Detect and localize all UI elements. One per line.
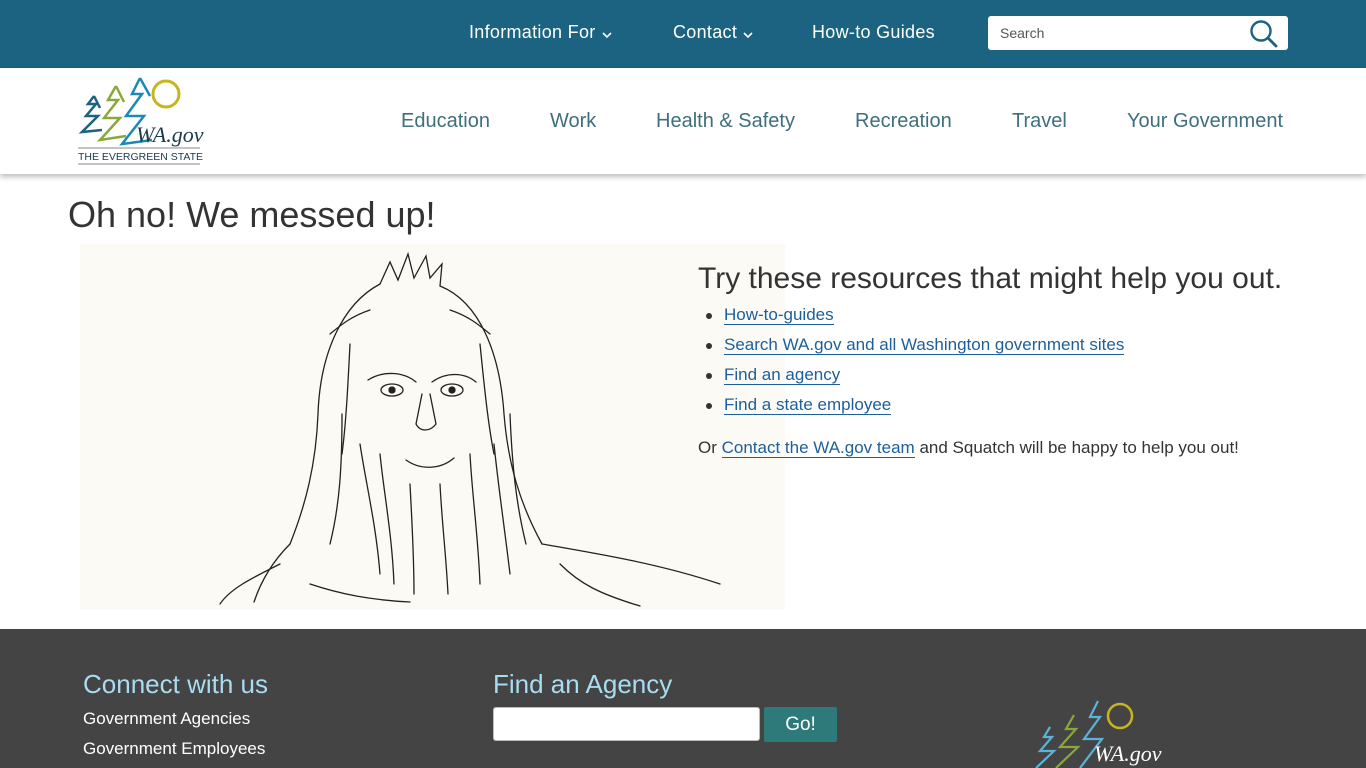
resources-heading: Try these resources that might help you … — [698, 262, 1283, 295]
footer-agency-heading: Find an Agency — [493, 669, 673, 699]
chevron-down-icon — [601, 23, 612, 44]
nav-your-government[interactable]: Your Government — [1127, 110, 1283, 133]
nav-contact-label: Contact — [673, 22, 738, 42]
agency-search-input[interactable] — [493, 707, 760, 741]
link-find-state-employee[interactable]: Find a state employee — [724, 395, 892, 415]
search-input[interactable] — [988, 16, 1238, 50]
help-suffix: and Squatch will be happy to help you ou… — [919, 438, 1239, 457]
nav-education[interactable]: Education — [401, 110, 490, 133]
list-item: Find a state employee — [704, 395, 1124, 425]
nav-information-for[interactable]: Information For — [469, 22, 612, 44]
nav-how-to-guides[interactable]: How-to Guides — [812, 22, 935, 43]
list-item: Find an agency — [704, 365, 1124, 395]
link-search-wa-gov[interactable]: Search WA.gov and all Washington governm… — [724, 335, 1125, 355]
nav-how-to-guides-label: How-to Guides — [812, 22, 935, 42]
footer-logo-wordmark: WA.gov — [1094, 741, 1162, 766]
sasquatch-sketch-icon — [219, 251, 721, 607]
wa-gov-logo[interactable]: WA.gov THE EVERGREEN STATE — [76, 74, 206, 166]
footer: Connect with us Government Agencies Gove… — [0, 629, 1366, 768]
sasquatch-illustration — [80, 244, 785, 610]
list-item: Search WA.gov and all Washington governm… — [704, 335, 1125, 365]
help-prefix: Or — [698, 438, 717, 457]
nav-work[interactable]: Work — [550, 110, 596, 133]
footer-connect-heading: Connect with us — [83, 669, 268, 699]
nav-recreation[interactable]: Recreation — [855, 110, 952, 133]
chevron-down-icon — [743, 23, 753, 44]
search-icon — [1250, 20, 1278, 48]
link-find-agency[interactable]: Find an agency — [724, 365, 841, 385]
search-button[interactable] — [1248, 18, 1280, 48]
evergreen-logo-icon: WA.gov THE EVERGREEN STATE — [78, 77, 204, 165]
list-item: How-to-guides — [704, 305, 1124, 335]
logo-tagline: THE EVERGREEN STATE — [78, 151, 203, 163]
go-button[interactable]: Go! — [764, 707, 837, 742]
link-how-to-guides[interactable]: How-to-guides — [724, 305, 834, 325]
help-text: Or Contact the WA.gov team and Squatch w… — [698, 438, 1239, 458]
link-contact-team[interactable]: Contact the WA.gov team — [721, 438, 915, 458]
top-utility-bar: Information For Contact How-to Guides — [0, 0, 1366, 68]
page-title: Oh no! We messed up! — [68, 194, 436, 235]
main-header: WA.gov THE EVERGREEN STATE Education Wor… — [0, 68, 1366, 174]
nav-health-safety[interactable]: Health & Safety — [656, 110, 795, 133]
nav-information-for-label: Information For — [469, 22, 596, 42]
resources-list: How-to-guides Search WA.gov and all Wash… — [704, 305, 1125, 425]
footer-wa-gov-logo[interactable]: WA.gov — [1030, 697, 1170, 768]
logo-wordmark: WA.gov — [136, 122, 204, 147]
evergreen-logo-icon: WA.gov — [1035, 700, 1162, 768]
search-box — [988, 16, 1288, 50]
footer-link-government-agencies[interactable]: Government Agencies — [83, 709, 250, 729]
nav-travel[interactable]: Travel — [1012, 110, 1067, 133]
nav-contact[interactable]: Contact — [673, 22, 753, 44]
footer-link-government-employees[interactable]: Government Employees — [83, 739, 265, 759]
